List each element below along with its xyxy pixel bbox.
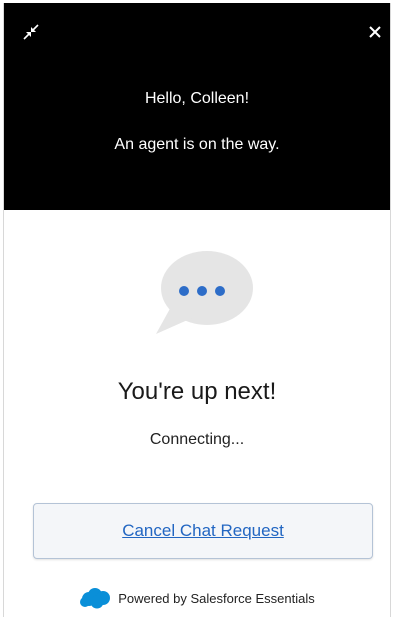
minimize-button[interactable] <box>22 23 40 41</box>
connecting-status: Connecting... <box>149 431 245 448</box>
chat-window: Hello, Colleen! An agent is on the way. … <box>3 3 391 617</box>
cancel-chat-request-button[interactable]: Cancel Chat Request <box>33 503 373 559</box>
close-button[interactable] <box>364 21 386 43</box>
cancel-chat-request-label: Cancel Chat Request <box>122 521 284 540</box>
greeting-text: Hello, Colleen! <box>144 90 250 107</box>
powered-by-footer: Powered by Salesforce Essentials <box>4 586 390 610</box>
chat-header: Hello, Colleen! An agent is on the way. <box>4 3 390 210</box>
chat-bubble-icon <box>156 251 253 334</box>
queue-title: You're up next! <box>117 378 277 405</box>
powered-by-text: Powered by Salesforce Essentials <box>118 590 315 606</box>
salesforce-cloud-icon <box>80 588 111 609</box>
minimize-arrows-icon <box>23 24 39 40</box>
close-icon <box>369 26 381 38</box>
agent-status-text: An agent is on the way. <box>114 136 280 153</box>
